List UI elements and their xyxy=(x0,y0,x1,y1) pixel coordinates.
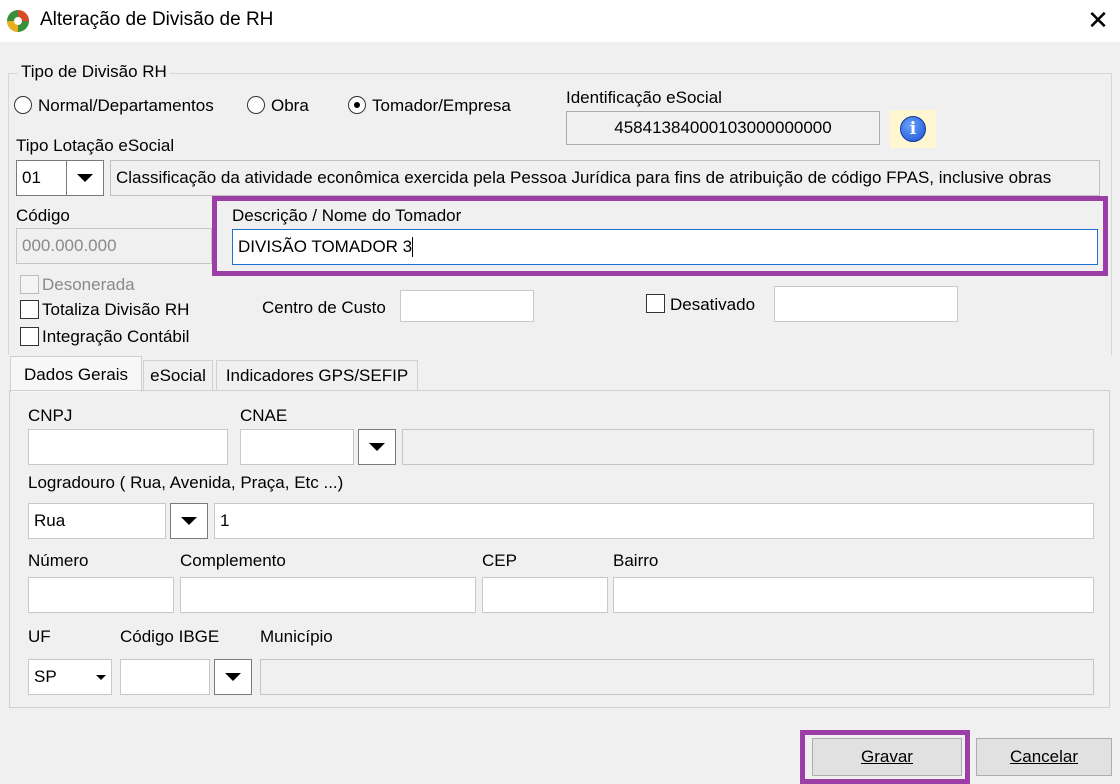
cancelar-button[interactable]: Cancelar xyxy=(976,738,1112,776)
tipo-lotacao-description: Classificação da atividade econômica exe… xyxy=(110,160,1100,196)
codigo-placeholder: 000.000.000 xyxy=(22,236,117,255)
descricao-label: Descrição / Nome do Tomador xyxy=(232,206,462,225)
cnpj-input[interactable] xyxy=(28,429,228,465)
tab-indicadores-label: Indicadores GPS/SEFIP xyxy=(225,365,409,385)
cnae-label: CNAE xyxy=(240,406,288,425)
centro-custo-input[interactable] xyxy=(400,290,534,322)
cancelar-label: Cancelar xyxy=(1009,747,1079,766)
codigo-field[interactable]: 000.000.000 xyxy=(16,228,212,264)
chevron-down-icon xyxy=(77,174,93,182)
text-caret xyxy=(412,237,414,257)
cnae-dropdown-button[interactable] xyxy=(358,429,396,465)
integracao-label: Integração Contábil xyxy=(42,327,190,346)
tab-esocial-label: eSocial xyxy=(150,365,206,385)
chevron-down-icon xyxy=(181,517,197,525)
tipo-divisao-legend: Tipo de Divisão RH xyxy=(18,62,170,82)
tipo-lotacao-code-value: 01 xyxy=(22,168,41,187)
info-button[interactable]: i xyxy=(890,110,936,148)
app-logo-icon xyxy=(5,8,31,34)
desativado-label: Desativado xyxy=(670,295,756,314)
desonerada-label: Desonerada xyxy=(42,275,135,294)
desonerada-checkbox[interactable] xyxy=(20,275,39,294)
codigo-label: Código xyxy=(16,206,70,225)
descricao-input[interactable]: DIVISÃO TOMADOR 3 xyxy=(232,229,1098,265)
complemento-input[interactable] xyxy=(180,577,476,613)
logradouro-input[interactable]: 1 xyxy=(214,503,1094,539)
municipio-field xyxy=(260,659,1094,695)
desativado-checkbox[interactable] xyxy=(646,294,665,313)
esocial-id-value: 45841384000103000000000 xyxy=(614,118,832,137)
tab-esocial[interactable]: eSocial xyxy=(143,360,213,390)
radio-normal-label: Normal/Departamentos xyxy=(38,96,214,115)
desativado-date-input[interactable] xyxy=(774,286,958,322)
uf-label: UF xyxy=(28,627,51,646)
cep-input[interactable] xyxy=(482,577,608,613)
tipo-lotacao-label: Tipo Lotação eSocial xyxy=(16,136,175,155)
chevron-down-icon xyxy=(96,674,106,680)
tipo-lotacao-code[interactable]: 01 xyxy=(16,160,66,196)
esocial-id-label: Identificação eSocial xyxy=(566,88,722,107)
logradouro-label: Logradouro ( Rua, Avenida, Praça, Etc ..… xyxy=(28,473,344,492)
totaliza-label: Totaliza Divisão RH xyxy=(42,300,190,319)
cnae-input[interactable] xyxy=(240,429,354,465)
bairro-input[interactable] xyxy=(613,577,1094,613)
logradouro-tipo-input[interactable]: Rua xyxy=(28,503,166,539)
descricao-value: DIVISÃO TOMADOR 3 xyxy=(238,237,413,256)
radio-normal-departamentos[interactable] xyxy=(14,96,32,114)
tab-indicadores-gps-sefip[interactable]: Indicadores GPS/SEFIP xyxy=(216,360,418,390)
chevron-down-icon xyxy=(369,443,385,451)
radio-tomador-empresa[interactable] xyxy=(348,96,366,114)
complemento-label: Complemento xyxy=(180,551,286,570)
municipio-label: Município xyxy=(260,627,333,646)
gravar-label: Gravar xyxy=(861,747,913,766)
totaliza-checkbox[interactable] xyxy=(20,300,39,319)
tipo-lotacao-description-text: Classificação da atividade econômica exe… xyxy=(116,168,1052,187)
logradouro-value: 1 xyxy=(220,511,230,530)
gravar-button[interactable]: Gravar xyxy=(812,738,962,776)
chevron-down-icon xyxy=(225,673,241,681)
numero-input[interactable] xyxy=(28,577,174,613)
radio-obra[interactable] xyxy=(247,96,265,114)
window-title: Alteração de Divisão de RH xyxy=(40,9,274,30)
cnpj-label: CNPJ xyxy=(28,406,73,425)
cep-label: CEP xyxy=(482,551,517,570)
tipo-lotacao-dropdown-button[interactable] xyxy=(66,160,104,196)
integracao-checkbox[interactable] xyxy=(20,327,39,346)
codigo-ibge-dropdown-button[interactable] xyxy=(214,659,252,695)
logradouro-tipo-dropdown-button[interactable] xyxy=(170,503,208,539)
logradouro-tipo-value: Rua xyxy=(34,511,66,530)
uf-select[interactable]: SP xyxy=(28,659,112,695)
uf-value: SP xyxy=(34,667,57,686)
cnae-description xyxy=(402,429,1094,465)
centro-custo-label: Centro de Custo xyxy=(262,298,386,317)
tab-dados-gerais[interactable]: Dados Gerais xyxy=(10,356,142,392)
numero-label: Número xyxy=(28,551,89,570)
codigo-ibge-input[interactable] xyxy=(120,659,210,695)
radio-obra-label: Obra xyxy=(271,96,309,115)
tab-dados-gerais-label: Dados Gerais xyxy=(24,364,128,384)
radio-tomador-label: Tomador/Empresa xyxy=(372,96,511,115)
info-icon: i xyxy=(900,116,926,142)
bairro-label: Bairro xyxy=(613,551,659,570)
close-icon[interactable]: ✕ xyxy=(1084,6,1112,34)
esocial-id-field: 45841384000103000000000 xyxy=(566,111,880,145)
codigo-ibge-label: Código IBGE xyxy=(120,627,220,646)
